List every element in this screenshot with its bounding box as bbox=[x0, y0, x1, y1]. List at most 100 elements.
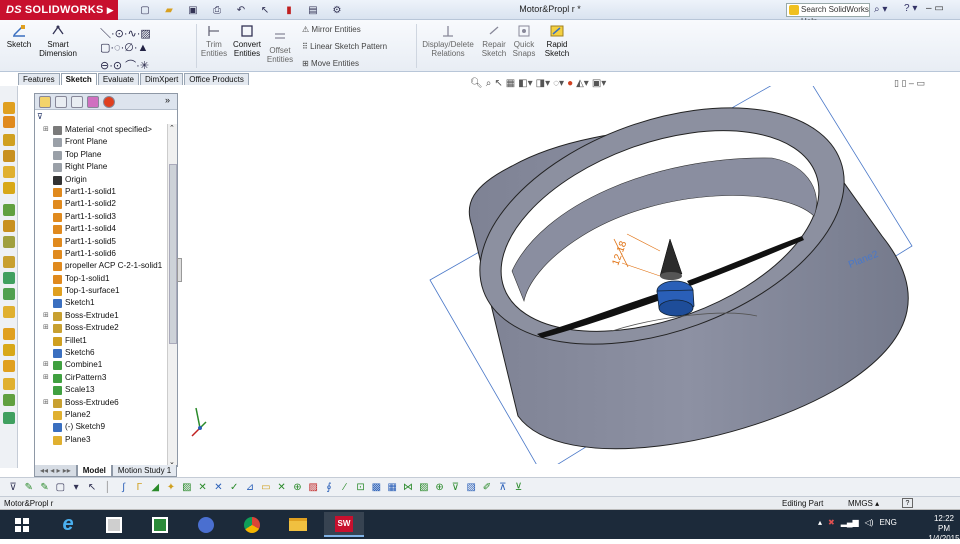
apply-scene-icon[interactable]: ◭▾ bbox=[576, 78, 589, 89]
zoom-to-fit-icon[interactable]: 🔍︎ bbox=[470, 78, 483, 89]
expand-toggle-icon[interactable]: ⊞ bbox=[43, 124, 49, 136]
sketch-relation-tool-icon[interactable]: ∮ bbox=[324, 482, 334, 493]
tree-item[interactable]: Fillet1 bbox=[37, 335, 167, 347]
new-icon[interactable]: ▢ bbox=[136, 3, 154, 17]
sketch-relation-tool-icon[interactable]: ✕ bbox=[213, 482, 223, 493]
tree-item[interactable]: Sketch6 bbox=[37, 347, 167, 359]
tab-office-products[interactable]: Office Products bbox=[184, 73, 249, 85]
sketch-relation-tool-icon[interactable]: ⊼ bbox=[498, 482, 508, 493]
wrap-icon[interactable] bbox=[3, 412, 15, 424]
pattern-tool-icon[interactable] bbox=[3, 272, 15, 284]
feature-icon[interactable] bbox=[3, 116, 15, 128]
line-circle-spline-tools[interactable]: ＼·⊙·∿·▨ bbox=[100, 25, 151, 41]
tree-item[interactable]: Part1-1-solid3 bbox=[37, 211, 167, 223]
sketch-relation-tool-icon[interactable]: ⊻ bbox=[514, 482, 524, 493]
repair-sketch-button[interactable]: Repair Sketch bbox=[478, 22, 510, 58]
sketch-relation-tool-icon[interactable]: ▧ bbox=[466, 482, 476, 493]
sketch-relation-tool-icon[interactable]: ▩ bbox=[371, 482, 381, 493]
sketch-relation-tool-icon[interactable]: ⊕ bbox=[292, 482, 302, 493]
shell-icon[interactable] bbox=[3, 256, 15, 268]
tree-item[interactable]: Part1-1-solid2 bbox=[37, 198, 167, 210]
expand-toggle-icon[interactable]: ⊞ bbox=[43, 359, 49, 371]
loft-icon[interactable] bbox=[3, 182, 15, 194]
fillet-tool-icon[interactable] bbox=[3, 220, 15, 232]
tray-app-icon[interactable]: ✖ bbox=[828, 518, 835, 527]
file-explorer-icon[interactable] bbox=[278, 512, 318, 537]
tree-item[interactable]: ⊞ Combine1 bbox=[37, 359, 167, 371]
network-icon[interactable]: ▂▄▆ bbox=[841, 518, 859, 527]
sketch-relation-tool-icon[interactable]: ∕ bbox=[340, 482, 350, 493]
expand-toggle-icon[interactable]: ⊞ bbox=[43, 372, 49, 384]
language-indicator[interactable]: ENG bbox=[880, 518, 897, 527]
rib-icon[interactable] bbox=[3, 378, 15, 390]
sketch-relation-tool-icon[interactable]: ⊕ bbox=[435, 482, 445, 493]
sketch-relation-tool-icon[interactable]: ▢ bbox=[55, 482, 65, 493]
hole-icon[interactable] bbox=[3, 360, 15, 372]
undo-icon[interactable]: ↶ bbox=[232, 3, 250, 17]
mirror-entities-button[interactable]: ⚠ Mirror Entities bbox=[302, 25, 361, 34]
expand-icon[interactable]: » bbox=[165, 95, 170, 105]
sweep-icon[interactable] bbox=[3, 166, 15, 178]
hide-show-icon[interactable]: ◌▾ bbox=[553, 78, 564, 89]
property-manager-icon[interactable] bbox=[55, 96, 67, 108]
display-style-icon[interactable]: ◨▾ bbox=[536, 78, 550, 89]
viewport-window-controls[interactable]: ▯ ▯ – ▭ bbox=[894, 78, 925, 89]
move-entities-button[interactable]: ⊞ Move Entities bbox=[302, 59, 359, 68]
tree-item[interactable]: ⊞ Material <not specified> bbox=[37, 124, 167, 136]
sketch-relation-tool-icon[interactable]: ⊽ bbox=[8, 482, 18, 493]
start-button[interactable] bbox=[2, 512, 42, 537]
window-controls[interactable]: – ▭ bbox=[926, 3, 944, 14]
app-icon-1[interactable] bbox=[94, 512, 134, 537]
tab-features[interactable]: Features bbox=[18, 73, 60, 85]
options-icon[interactable]: ⚙ bbox=[328, 3, 346, 17]
configuration-manager-icon[interactable] bbox=[71, 96, 83, 108]
tree-item[interactable]: Part1-1-solid5 bbox=[37, 236, 167, 248]
app-icon-2[interactable] bbox=[140, 512, 180, 537]
tree-item[interactable]: Plane2 bbox=[37, 409, 167, 421]
sketch-relation-tool-icon[interactable]: ▦ bbox=[387, 482, 397, 493]
sketch-relation-tool-icon[interactable]: ⊡ bbox=[356, 482, 366, 493]
convert-entities-button[interactable]: Convert Entities bbox=[230, 22, 264, 58]
tree-item[interactable]: Part1-1-solid6 bbox=[37, 248, 167, 260]
sketch-relation-tool-icon[interactable]: Γ bbox=[134, 482, 144, 493]
cut-icon[interactable] bbox=[3, 204, 15, 216]
section-view-icon[interactable]: ▦ bbox=[506, 78, 515, 89]
tab-dimxpert[interactable]: DimXpert bbox=[139, 73, 184, 85]
solidworks-logo[interactable]: DS SOLIDWORKS ▶ bbox=[0, 0, 118, 20]
sketch-relation-tool-icon[interactable]: ✎ bbox=[40, 482, 50, 493]
tree-item[interactable]: ⊞ Boss-Extrude6 bbox=[37, 397, 167, 409]
sketch-relation-tool-icon[interactable]: ◢ bbox=[150, 482, 160, 493]
tree-item[interactable]: Front Plane bbox=[37, 136, 167, 148]
chrome-icon[interactable] bbox=[232, 512, 272, 537]
tree-item[interactable]: ⊞ CirPattern3 bbox=[37, 372, 167, 384]
tree-item[interactable]: ⊞ Boss-Extrude2 bbox=[37, 322, 167, 334]
tree-item[interactable]: Top Plane bbox=[37, 149, 167, 161]
expand-toggle-icon[interactable]: ⊞ bbox=[43, 310, 49, 322]
sketch-relation-tool-icon[interactable]: ✐ bbox=[482, 482, 492, 493]
tree-item[interactable]: Plane3 bbox=[37, 434, 167, 446]
instant3d-icon[interactable] bbox=[3, 344, 15, 356]
rapid-sketch-button[interactable]: Rapid Sketch bbox=[540, 22, 574, 58]
clock[interactable]: 12:22 PM 1/4/2015 bbox=[928, 514, 960, 544]
tab-nav-arrows[interactable]: ◂◂ ◂ ▸ ▸▸ bbox=[34, 465, 77, 477]
file-properties-icon[interactable]: ▤ bbox=[304, 3, 322, 17]
help-search-input[interactable]: Search SolidWorks Help bbox=[786, 3, 870, 26]
chamfer-icon[interactable] bbox=[3, 236, 15, 248]
display-delete-relations-button[interactable]: Display/Delete Relations bbox=[420, 22, 476, 58]
rebuild-icon[interactable]: ▮ bbox=[280, 3, 298, 17]
rectangle-polygon-tools[interactable]: ▢·◌·∅·▲ bbox=[100, 41, 148, 54]
dimxpert-manager-icon[interactable] bbox=[87, 96, 99, 108]
quick-tips-button[interactable]: ? bbox=[902, 498, 913, 508]
internet-explorer-icon[interactable]: e bbox=[48, 512, 88, 537]
tab-sketch[interactable]: Sketch bbox=[60, 73, 97, 85]
save-icon[interactable]: ▣ bbox=[184, 3, 202, 17]
curves-icon[interactable] bbox=[3, 328, 15, 340]
slot-point-tools[interactable]: ⊖·⊙ ⌒·✳ bbox=[100, 57, 149, 73]
ref-geometry-icon[interactable] bbox=[3, 306, 15, 318]
filter-icon[interactable]: ⊽ bbox=[37, 112, 175, 122]
trim-entities-button[interactable]: Trim Entities bbox=[198, 22, 230, 58]
revolve-icon[interactable] bbox=[3, 150, 15, 162]
help-question-icon[interactable]: ? ▾ bbox=[904, 3, 917, 14]
view-orientation-icon[interactable]: ◧▾ bbox=[518, 78, 532, 89]
display-manager-icon[interactable] bbox=[103, 96, 115, 108]
